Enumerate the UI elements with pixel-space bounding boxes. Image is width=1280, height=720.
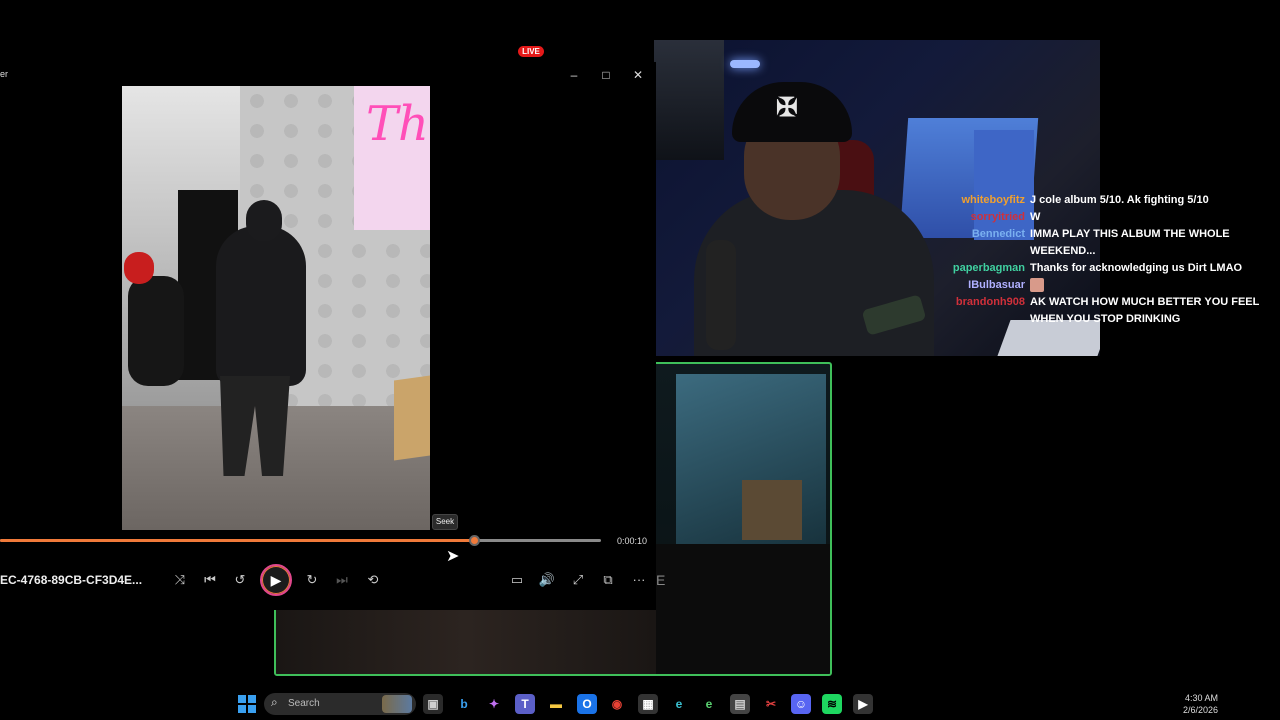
- close-button[interactable]: ✕: [624, 66, 652, 84]
- chat-text: [1030, 277, 1270, 294]
- taskbar: ⌕ Search ▣ b ✦ T ▬ O ◉ ▦ e e ▤ ✂ ☺ ≋ ▶ 4:30 AM 2/6/202…: [0, 688, 1220, 720]
- outlook-icon[interactable]: O: [577, 694, 597, 714]
- store-icon[interactable]: ▦: [638, 694, 658, 714]
- seek-thumb[interactable]: [468, 535, 480, 546]
- chat-username[interactable]: Bennedict: [940, 226, 1030, 243]
- man-figure: [216, 226, 306, 386]
- chat-text: J cole album 5/10. Ak fighting 5/10: [1030, 194, 1209, 206]
- bing-icon[interactable]: b: [454, 694, 474, 714]
- desk: [656, 544, 830, 674]
- media-player-window[interactable]: er – □ ✕ Th Seek 0:00:10 ➤ EC-4768-89CB-…: [0, 62, 656, 610]
- teams-icon[interactable]: T: [515, 694, 535, 714]
- spotify-icon[interactable]: ≋: [822, 694, 842, 714]
- clock-time: 4:30 AM: [1184, 693, 1218, 703]
- screen: ✠ LIVE whiteboyfitz J cole album 5/10. Ak…: [0, 0, 1280, 720]
- previous-button[interactable]: ⏮: [198, 568, 222, 592]
- window-title: er: [0, 69, 9, 79]
- discord-icon[interactable]: ☺: [791, 694, 811, 714]
- search-icon: ⌕: [271, 695, 278, 709]
- snipping-tool-icon[interactable]: ✂: [761, 694, 781, 714]
- maximize-button[interactable]: □: [592, 66, 620, 84]
- chat-username[interactable]: IBulbasuar: [940, 277, 1030, 294]
- taskbar-search[interactable]: ⌕ Search: [264, 693, 416, 715]
- chat-message: Bennedict IMMA PLAY THIS ALBUM THE WHOLE …: [940, 226, 1270, 260]
- calculator-icon[interactable]: ▤: [730, 694, 750, 714]
- volume-button[interactable]: 🔊: [535, 568, 559, 592]
- video-frame[interactable]: Th: [122, 86, 430, 530]
- chat-overlay: whiteboyfitz J cole album 5/10. Ak fighti…: [940, 192, 1270, 328]
- task-view-icon[interactable]: ▣: [423, 694, 443, 714]
- time-label: 0:00:10: [617, 536, 648, 546]
- shelf: [654, 40, 724, 160]
- emote-icon: [1030, 278, 1044, 293]
- chat-username[interactable]: brandonh908: [940, 294, 1030, 311]
- miniplayer-button[interactable]: ⧉: [596, 568, 620, 592]
- chat-message: whiteboyfitz J cole album 5/10. Ak fighti…: [940, 192, 1270, 209]
- microphone: [706, 240, 736, 350]
- chat-username[interactable]: paperbagman: [940, 260, 1030, 277]
- seek-tooltip: Seek: [432, 514, 458, 530]
- rewind-button[interactable]: ↺: [228, 568, 252, 592]
- shuffle-button[interactable]: ⤨: [168, 568, 192, 592]
- chat-username[interactable]: whiteboyfitz: [940, 192, 1030, 209]
- file-name: EC-4768-89CB-CF3D4E...: [0, 573, 143, 587]
- boxer-figure: [128, 276, 184, 386]
- minimize-button[interactable]: –: [560, 66, 588, 84]
- seek-progress: [0, 539, 474, 542]
- forward-button[interactable]: ↻: [300, 568, 324, 592]
- edge-icon[interactable]: e: [669, 694, 689, 714]
- live-badge: LIVE: [518, 46, 544, 57]
- chat-message: sorryitried W: [940, 209, 1270, 226]
- start-button[interactable]: [238, 695, 256, 713]
- clock-date: 2/6/2026: [1182, 705, 1218, 715]
- chat-message: IBulbasuar: [940, 277, 1270, 294]
- seek-bar[interactable]: [0, 535, 601, 546]
- cardboard-box: [394, 375, 430, 461]
- windows-logo-icon: [238, 695, 246, 703]
- copilot-icon[interactable]: ✦: [484, 694, 504, 714]
- chat-username[interactable]: sorryitried: [940, 209, 1030, 226]
- floor-area: [276, 610, 656, 674]
- chat-text: W: [1030, 211, 1041, 223]
- next-button[interactable]: ⏭: [330, 568, 354, 592]
- file-explorer-icon[interactable]: ▬: [546, 694, 566, 714]
- picture-frame: [742, 480, 802, 540]
- chat-text: Thanks for acknowledging us Dirt LMAO: [1030, 262, 1243, 274]
- chat-message: paperbagman Thanks for acknowledging us D…: [940, 260, 1270, 277]
- chat-message: brandonh908 AK WATCH HOW MUCH BETTER YOU …: [940, 294, 1270, 328]
- edge-beta-icon[interactable]: e: [699, 694, 719, 714]
- chat-text: IMMA PLAY THIS ALBUM THE WHOLE WEEKEND..…: [1030, 228, 1230, 257]
- clock[interactable]: 4:30 AM 2/6/2026: [1160, 692, 1218, 716]
- chrome-icon[interactable]: ◉: [607, 694, 627, 714]
- fullscreen-button[interactable]: ⤢: [566, 568, 590, 592]
- neon-sign-text: Th: [366, 96, 429, 152]
- cap-logo: ✠: [776, 92, 798, 122]
- search-highlight-image: [382, 695, 412, 713]
- chat-text: AK WATCH HOW MUCH BETTER YOU FEEL WHEN Y…: [1030, 296, 1260, 325]
- mouse-cursor-icon: ➤: [446, 548, 460, 565]
- more-options-button[interactable]: ···: [627, 568, 651, 592]
- man-head: [246, 200, 282, 242]
- captions-button[interactable]: ▭: [505, 568, 529, 592]
- title-bar[interactable]: er – □ ✕: [0, 62, 656, 86]
- search-placeholder: Search: [288, 698, 320, 709]
- boxer-headgear: [124, 252, 154, 284]
- play-button[interactable]: ▶: [260, 564, 292, 596]
- repeat-button[interactable]: ⟲: [361, 568, 385, 592]
- ceiling-light: [730, 60, 760, 68]
- media-player-icon[interactable]: ▶: [853, 694, 873, 714]
- overlay-letter: E: [656, 572, 666, 588]
